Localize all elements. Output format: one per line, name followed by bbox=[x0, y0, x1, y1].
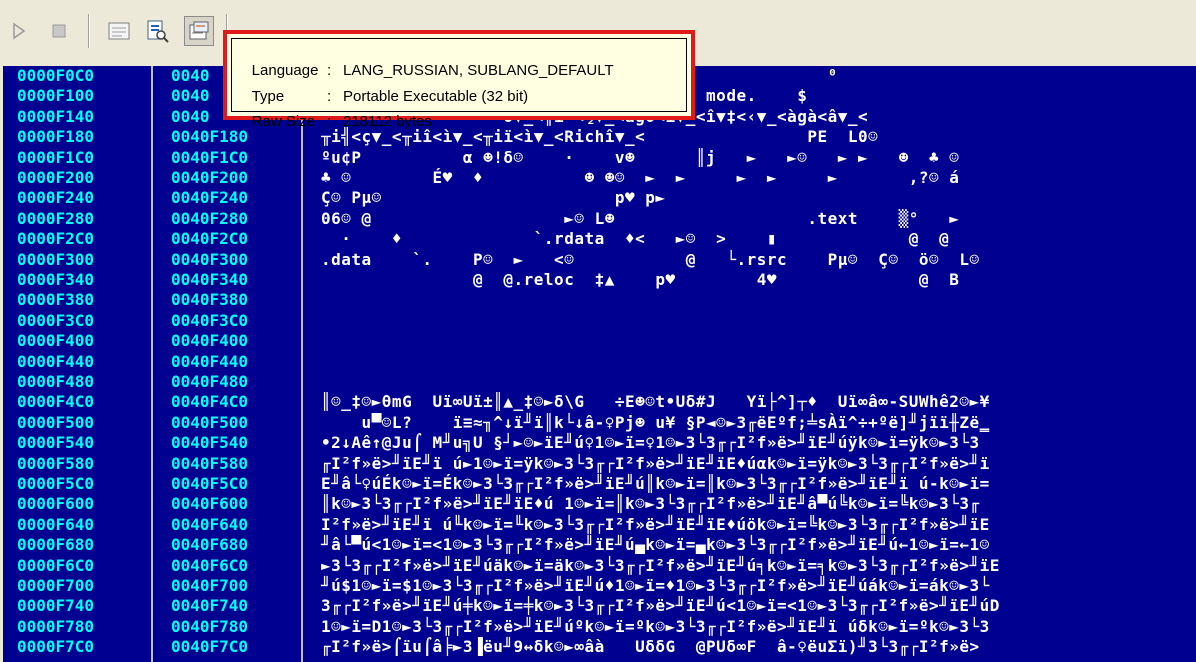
file-offset: 0000F5C0 bbox=[17, 474, 95, 493]
file-offset: 0000F380 bbox=[17, 290, 95, 310]
file-offset: 0000F300 bbox=[17, 249, 95, 269]
ascii-data: .data `. P☺ ► <☺ @ └.rsrc Pµ☺ Ç☺ ö☺ L☺ bbox=[321, 249, 980, 269]
file-offset: 0000F100 bbox=[17, 86, 95, 106]
column-divider bbox=[301, 66, 303, 662]
file-offset: 0000F340 bbox=[17, 270, 95, 289]
ascii-data: ♣ ☺ É♥ ♦ ☻ ☻☺ ► ► ► ► ► ,?☺ á bbox=[321, 168, 960, 187]
tooltip-value: 218112 bytes bbox=[343, 113, 432, 130]
file-offset: 0000F780 bbox=[17, 616, 95, 636]
virtual-address: 0040F780 bbox=[171, 616, 249, 636]
virtual-address: 0040F640 bbox=[171, 514, 249, 534]
tooltip-key: Raw Size bbox=[251, 113, 316, 130]
toolbar-separator bbox=[88, 14, 90, 48]
file-offset: 0000F580 bbox=[17, 453, 95, 473]
tooltip-row-raw-size: Raw Size:218112 bytes bbox=[235, 96, 432, 147]
virtual-address: 0040F400 bbox=[171, 331, 249, 351]
column-divider bbox=[151, 66, 153, 662]
ascii-data: ºu¢P α ☻!δ☺ · v☻ ║j ► ►☺ ► ► ☻ ♣ ☺ bbox=[321, 147, 960, 167]
ascii-data: •2↓Aê↑@Ju⌠ M╜u╗U §┘►☺►ïE╜ú♀1☺►ï=♀1☺►3└3╓… bbox=[321, 433, 980, 453]
file-offset: 0000F140 bbox=[17, 106, 95, 126]
virtual-address: 0040F500 bbox=[171, 412, 249, 432]
file-offset: 0000F280 bbox=[17, 208, 95, 228]
file-offset: 0000F500 bbox=[17, 412, 95, 432]
file-offset: 0000F680 bbox=[17, 535, 95, 555]
file-offset: 0000F200 bbox=[17, 168, 95, 187]
info-icon[interactable] bbox=[184, 16, 214, 46]
virtual-address: 0040F2C0 bbox=[171, 229, 249, 249]
virtual-address: 0040F5C0 bbox=[171, 474, 249, 493]
virtual-address: 0040F3C0 bbox=[171, 310, 249, 330]
ascii-data: @ @.reloc ‡▲ p♥ 4♥ @ B bbox=[321, 270, 960, 289]
ascii-data: 06☺ @ ►☺ L☻ .text ▒° ► bbox=[321, 208, 960, 228]
virtual-address: 0040F380 bbox=[171, 290, 249, 310]
virtual-address: 0040F740 bbox=[171, 596, 249, 616]
file-offset: 0000F640 bbox=[17, 514, 95, 534]
file-offset: 0000F700 bbox=[17, 576, 95, 595]
ascii-data: 3╓┌I²f»ë>╜ïE╜ú╪k☺►ï=╪k☺►3└3╓┌I²f»ë>╜ïE╜ú… bbox=[321, 596, 1000, 616]
file-offset: 0000F180 bbox=[17, 127, 95, 147]
ascii-data: Ç☺ Pµ☺ p♥ p► bbox=[321, 188, 666, 208]
virtual-address: 0040F4C0 bbox=[171, 392, 249, 412]
resource-icon[interactable] bbox=[142, 16, 172, 46]
file-offset: 0000F400 bbox=[17, 331, 95, 351]
virtual-address: 0040F280 bbox=[171, 208, 249, 228]
ascii-data: ║k☺►3└3╓┌I²f»ë>╜ïE╜ïE♦ú 1☺►ï=║k☺►3└3╓┌I²… bbox=[321, 494, 980, 514]
ascii-data: ╓I²f»ë>⌠ïu⌠â╞►3▐ëu╜9↔δk☺►∞âà UδδG @PUδ∞F… bbox=[321, 637, 980, 657]
virtual-address: 0040F600 bbox=[171, 494, 249, 514]
tooltip-colon: : bbox=[327, 113, 332, 130]
file-offset: 0000F540 bbox=[17, 433, 95, 453]
virtual-address: 0040F300 bbox=[171, 249, 249, 269]
ascii-data: ╥i╣<ç▼_<╥iî<ì▼_<╥iï<ì▼_<Richî▼_< PE L0☺ bbox=[321, 127, 879, 147]
ascii-data: ►3└3╓┌I²f»ë>╜ïE╜úäk☺►ï=äk☺►3└3╓┌I²f»ë>╜ï… bbox=[321, 555, 1000, 575]
virtual-address: 0040F240 bbox=[171, 188, 249, 208]
resource-info-tooltip: Language: LANG_RUSSIAN, SUBLANG_DEFAULT T… bbox=[223, 30, 695, 130]
virtual-address: 0040F340 bbox=[171, 270, 249, 289]
virtual-address: 0040F680 bbox=[171, 535, 249, 555]
ascii-data: ║☺_‡☺►θmG Uï∞Uï±║▲_‡☺►δ\G ÷E☻☺t•Uδ#J Yï├… bbox=[321, 392, 990, 412]
file-offset: 0000F600 bbox=[17, 494, 95, 514]
virtual-address: 0040F7C0 bbox=[171, 637, 249, 657]
virtual-address: 0040F480 bbox=[171, 372, 249, 391]
file-offset: 0000F740 bbox=[17, 596, 95, 616]
ascii-data: I²f»ë>╜ïE╜ï ú╙k☺►ï=╙k☺►3└3╓┌I²f»ë>╜ïE╜ïE… bbox=[321, 514, 990, 534]
tooltip-value: LANG_RUSSIAN, SUBLANG_DEFAULT bbox=[343, 62, 614, 79]
virtual-address: 0040F200 bbox=[171, 168, 249, 187]
virtual-address: 0040F6C0 bbox=[171, 555, 249, 575]
virtual-address: 0040F1C0 bbox=[171, 147, 249, 167]
file-offset: 0000F3C0 bbox=[17, 310, 95, 330]
virtual-address: 0040 bbox=[171, 106, 210, 126]
tooltip-value: Portable Executable (32 bit) bbox=[343, 88, 529, 105]
file-offset: 0000F480 bbox=[17, 372, 95, 391]
virtual-address: 0040 bbox=[171, 86, 210, 106]
file-offset: 0000F4C0 bbox=[17, 392, 95, 412]
ascii-data: 1☺►ï=D1☺►3└3╓┌I²f»ë>╜ïE╜úºk☺►ï=ºk☺►3└3╓┌… bbox=[321, 616, 990, 636]
file-offset: 0000F1C0 bbox=[17, 147, 95, 167]
ascii-data: E╜â└♀úÉk☺►ï=Ék☺►3└3╓┌I²f»ë>╜ïE╜ú║k☺►ï=║k… bbox=[321, 474, 990, 493]
hex-view-icon[interactable] bbox=[104, 16, 134, 46]
file-offset: 0000F2C0 bbox=[17, 229, 95, 249]
file-offset: 0000F440 bbox=[17, 351, 95, 371]
ascii-data: ╜â└▀ú<1☺►ï=<1☺►3└3╓┌I²f»ë>╜ïE╜ú▄k☺►ï=▄k☺… bbox=[321, 535, 990, 555]
ascii-data: · ♦ `.rdata ♦< ►☺ > ▮ @ @ bbox=[321, 229, 950, 249]
virtual-address: 0040F540 bbox=[171, 433, 249, 453]
ascii-data: ╓I²f»ë>╜ïE╜ï ú►1☺►ï=ÿk☺►3└3╓┌I²f»ë>╜ïE╜ï… bbox=[321, 453, 990, 473]
virtual-address: 0040F700 bbox=[171, 576, 249, 595]
virtual-address: 0040F440 bbox=[171, 351, 249, 371]
virtual-address: 0040F580 bbox=[171, 453, 249, 473]
play-icon[interactable] bbox=[4, 16, 34, 46]
virtual-address: 0040 bbox=[171, 66, 210, 85]
ascii-data: ╜ú$1☺►ï=$1☺►3└3╓┌I²f»ë>╜ïE╜ú♦1☺►ï=♦1☺►3└… bbox=[321, 576, 990, 595]
stop-icon[interactable] bbox=[44, 16, 74, 46]
file-offset: 0000F240 bbox=[17, 188, 95, 208]
ascii-data: u▀☺L? ï≡≈╖^↓ï╜ï║k└↓â-♀Pj☻ u¥ §P◄☺►3╓ëEºf… bbox=[321, 412, 990, 432]
hex-dump-view[interactable]: 0000F0C00040 ⁰0000F1000040 annot be run … bbox=[3, 66, 1196, 662]
file-offset: 0000F7C0 bbox=[17, 637, 95, 657]
file-offset: 0000F6C0 bbox=[17, 555, 95, 575]
file-offset: 0000F0C0 bbox=[17, 66, 95, 85]
